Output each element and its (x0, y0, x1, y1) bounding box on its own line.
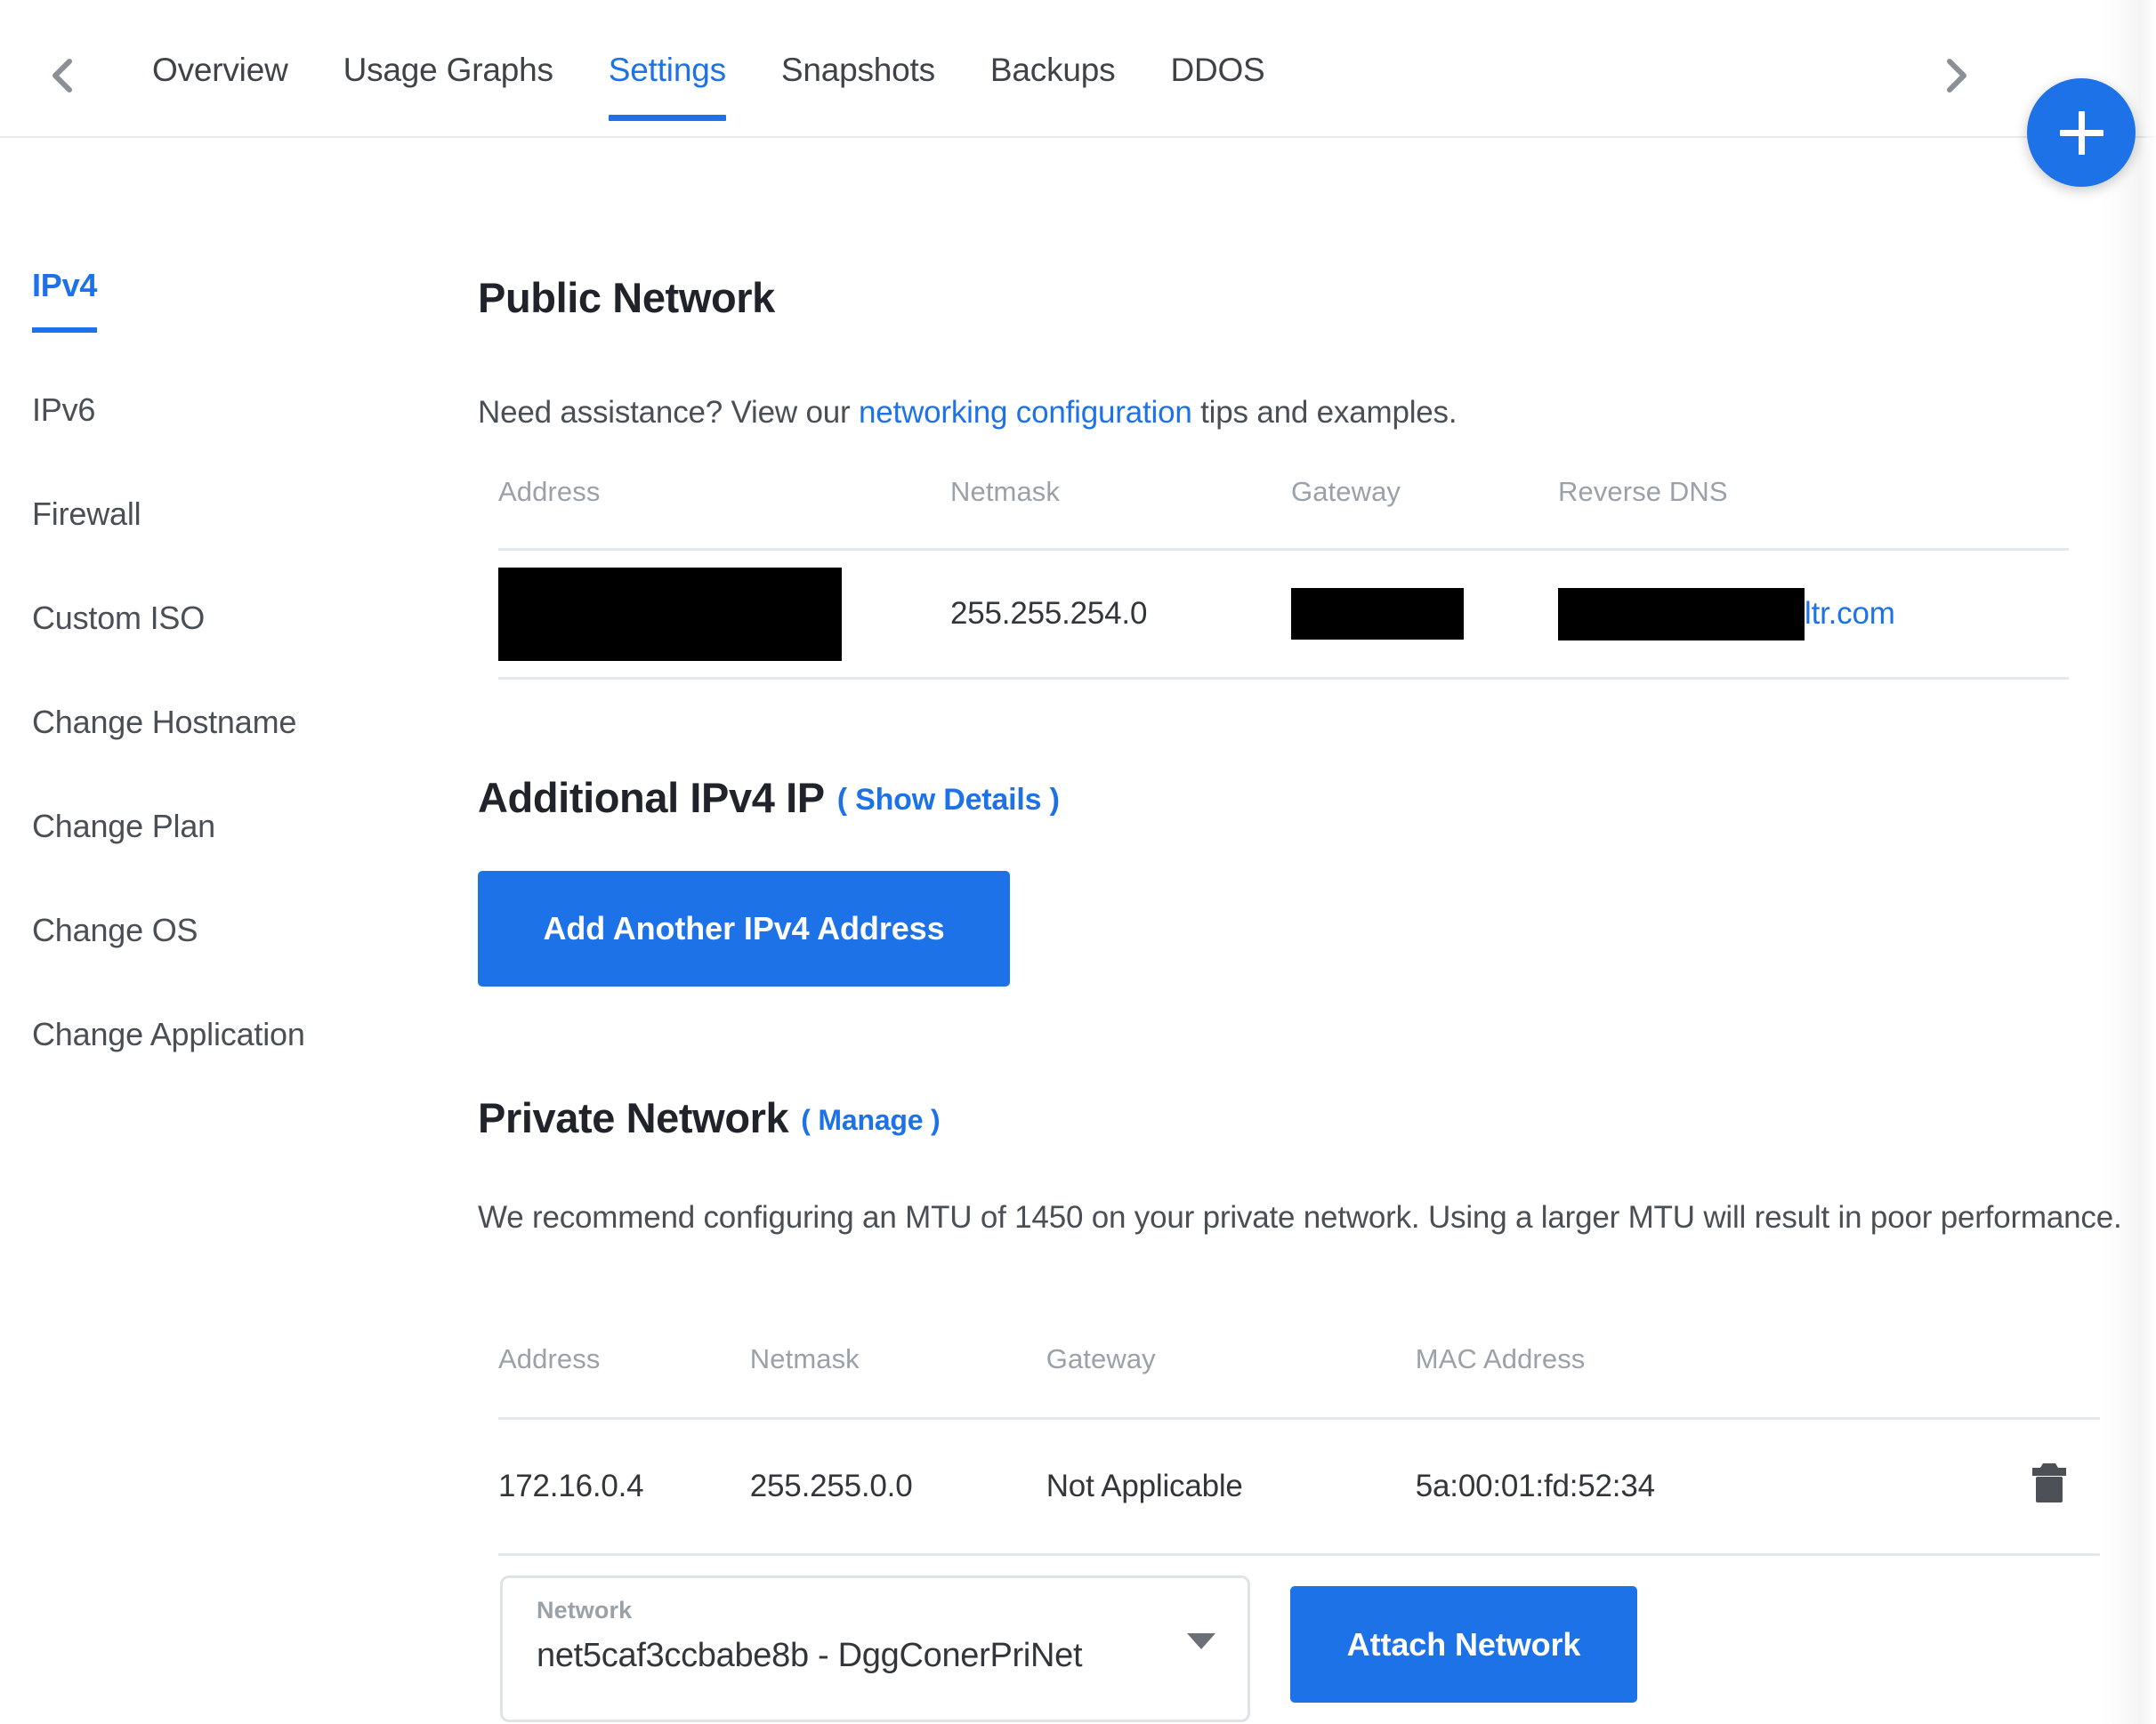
sidebar-item-ipv4[interactable]: IPv4 (32, 258, 97, 333)
public-col-netmask-header: Netmask (950, 476, 1061, 507)
private-network-heading: Private Network (478, 1094, 789, 1141)
tab-usage-graphs-label: Usage Graphs (343, 52, 553, 88)
tab-overview-label: Overview (152, 52, 288, 88)
chevron-down-icon[interactable] (1187, 1633, 1215, 1649)
public-network-assistance-text: Need assistance? View our networking con… (478, 384, 2079, 440)
private-col-netmask-header: Netmask (749, 1343, 860, 1374)
private-col-address-header: Address (498, 1343, 601, 1374)
public-network-table: Address Netmask Gateway Reverse DNS 255.… (498, 476, 2069, 680)
sidebar-item-change-application[interactable]: Change Application (32, 1007, 308, 1061)
additional-ipv4-heading: Additional IPv4 IP (478, 774, 825, 821)
tab-settings[interactable]: Settings (581, 0, 754, 138)
sidebar-item-ipv4-label: IPv4 (32, 267, 98, 303)
network-select[interactable]: Network net5caf3ccbabe8b - DggConerPriNe… (500, 1575, 1250, 1722)
chevron-right-icon[interactable] (1935, 55, 1976, 96)
table-row: 172.16.0.4 255.255.0.0 Not Applicable 5a… (498, 1420, 2100, 1553)
private-col-gateway-header: Gateway (1046, 1343, 1156, 1374)
public-network-row: 255.255.254.0 ltr.com (498, 551, 2069, 677)
attach-network-button[interactable]: Attach Network (1290, 1586, 1637, 1703)
assistance-suffix: tips and examples. (1191, 395, 1458, 430)
network-select-value: net5caf3ccbabe8b - DggConerPriNet (537, 1637, 1083, 1674)
sidebar-item-firewall-label: Firewall (32, 495, 141, 532)
tab-overview[interactable]: Overview (125, 0, 316, 138)
private-table-bottom-rule (498, 1553, 2100, 1556)
public-col-gateway-header: Gateway (1291, 476, 1401, 507)
tab-list: Overview Usage Graphs Settings Snapshots… (125, 0, 1293, 138)
private-network-table: Address Netmask Gateway MAC Address 172.… (498, 1343, 2100, 1556)
sidebar-item-change-application-label: Change Application (32, 1016, 305, 1052)
chevron-left-icon[interactable] (43, 55, 84, 96)
assistance-prefix: Need assistance? View our (478, 395, 860, 430)
settings-sidebar: IPv4 IPv6 Firewall Custom ISO Change Hos… (32, 258, 388, 1111)
private-network-heading-row: Private Network ( Manage ) (478, 1093, 941, 1142)
private-cell-mac: 5a:00:01:fd:52:34 (1415, 1469, 1655, 1503)
manage-link[interactable]: ( Manage ) (801, 1104, 940, 1136)
private-cell-address: 172.16.0.4 (498, 1469, 644, 1503)
public-network-heading: Public Network (478, 274, 775, 321)
redaction-block-reverse-dns (1558, 587, 1805, 640)
networking-configuration-link[interactable]: networking configuration (859, 395, 1192, 430)
public-network-table-header: Address Netmask Gateway Reverse DNS (498, 476, 2069, 508)
tab-ddos-label: DDOS (1170, 52, 1265, 88)
sidebar-item-firewall[interactable]: Firewall (32, 487, 308, 541)
sidebar-item-change-hostname[interactable]: Change Hostname (32, 695, 308, 749)
private-col-actions-header (1870, 1343, 2100, 1375)
sidebar-item-change-os-label: Change OS (32, 912, 198, 948)
reverse-dns-link[interactable]: ltr.com (1805, 596, 1895, 632)
private-network-table-header: Address Netmask Gateway MAC Address (498, 1343, 2100, 1375)
sidebar-item-custom-iso-label: Custom ISO (32, 600, 206, 636)
public-cell-reverse-dns: ltr.com (1558, 587, 2003, 640)
network-select-label: Network (537, 1597, 633, 1623)
public-cell-address (498, 567, 950, 661)
public-col-address-header: Address (498, 476, 601, 507)
public-table-bottom-rule (498, 677, 2069, 680)
sidebar-item-ipv6[interactable]: IPv6 (32, 383, 308, 437)
page-edge-shadow (2099, 0, 2156, 1724)
public-cell-netmask: 255.255.254.0 (950, 596, 1148, 631)
sidebar-item-custom-iso[interactable]: Custom ISO (32, 591, 308, 645)
private-cell-gateway: Not Applicable (1046, 1469, 1243, 1503)
trash-icon[interactable] (2029, 1460, 2070, 1514)
add-floating-action-button[interactable] (2027, 78, 2136, 187)
tab-snapshots-label: Snapshots (780, 52, 935, 88)
sidebar-item-change-os[interactable]: Change OS (32, 903, 308, 957)
top-tabbar: Overview Usage Graphs Settings Snapshots… (0, 0, 2156, 138)
private-cell-actions (1870, 1460, 2100, 1514)
private-network-description: We recommend configuring an MTU of 1450 … (478, 1200, 2122, 1235)
redaction-block-address (498, 567, 842, 661)
sidebar-item-change-hostname-label: Change Hostname (32, 704, 297, 740)
tab-usage-graphs[interactable]: Usage Graphs (316, 0, 581, 138)
private-cell-netmask: 255.255.0.0 (749, 1469, 913, 1503)
tab-ddos[interactable]: DDOS (1143, 0, 1292, 138)
plus-icon-bar (2059, 129, 2104, 136)
public-cell-gateway (1291, 588, 1558, 640)
additional-ipv4-heading-row: Additional IPv4 IP ( Show Details ) (478, 773, 1060, 822)
tab-backups[interactable]: Backups (963, 0, 1143, 138)
sidebar-item-change-plan[interactable]: Change Plan (32, 799, 308, 853)
private-col-mac-header: MAC Address (1415, 1343, 1586, 1374)
tab-settings-label: Settings (608, 52, 726, 88)
tab-backups-label: Backups (989, 52, 1116, 88)
show-details-link[interactable]: ( Show Details ) (837, 783, 1060, 817)
public-col-reverse-dns-header: Reverse DNS (1558, 476, 1728, 507)
sidebar-item-change-plan-label: Change Plan (32, 808, 215, 844)
redaction-block-gateway (1291, 588, 1464, 640)
add-another-ipv4-address-button[interactable]: Add Another IPv4 Address (478, 871, 1010, 987)
sidebar-item-ipv6-label: IPv6 (32, 391, 96, 428)
page-root: Overview Usage Graphs Settings Snapshots… (0, 0, 2156, 1724)
tab-snapshots[interactable]: Snapshots (754, 0, 963, 138)
